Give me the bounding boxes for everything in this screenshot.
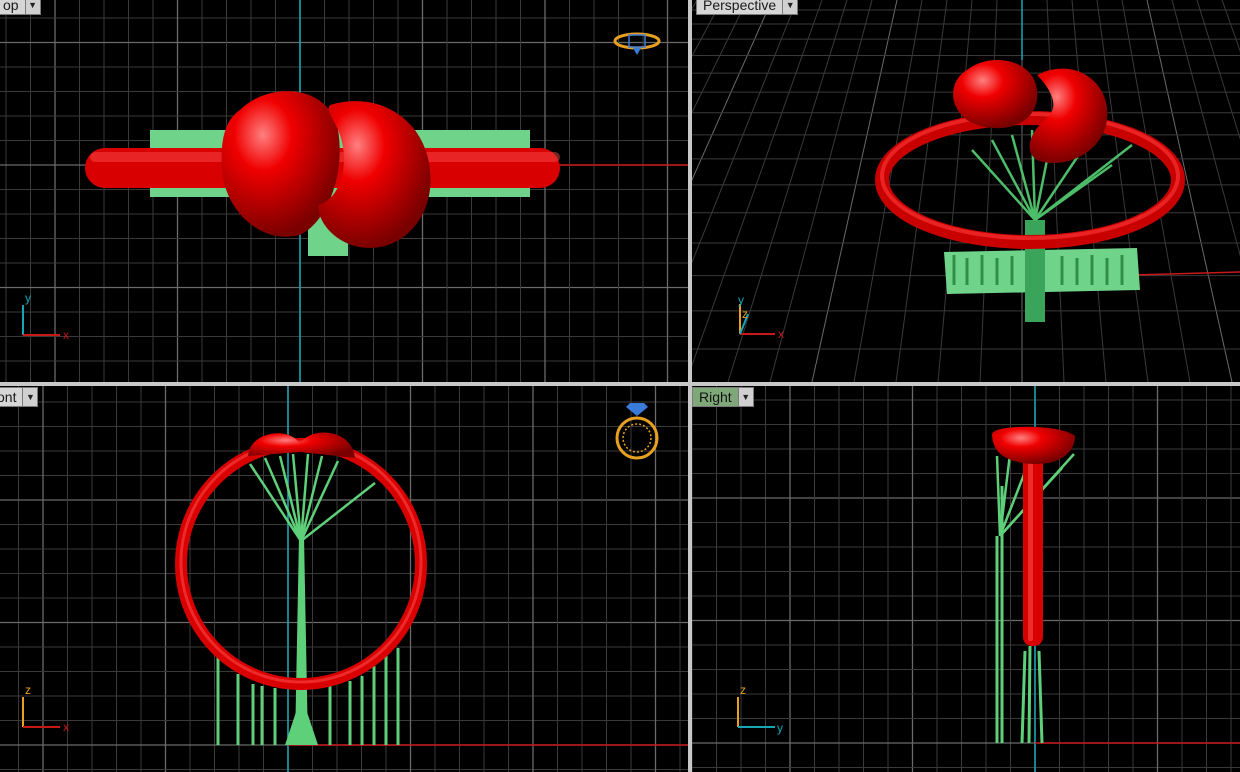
chevron-down-icon[interactable]: ▼ [782,0,798,14]
axis-indicator-right: z y [737,683,783,735]
world-x-axis-line [1131,271,1240,276]
front-view-scene [0,386,688,772]
viewport-tab-label: ont [0,388,23,406]
ring-front-view-icon[interactable] [612,398,662,464]
perspective-grid-line [1196,0,1240,140]
perspective-grid-line [895,0,948,382]
ring-top-view-icon[interactable] [612,28,662,58]
perspective-grid-line [979,0,998,382]
axis-label-z: z [25,683,31,697]
chevron-down-icon[interactable]: ▼ [24,0,40,14]
axis-label-x: x [778,327,784,341]
axis-indicator-perspective: y z x [738,293,784,341]
viewport-tab-label: Perspective [697,0,783,14]
viewport-tab-perspective[interactable]: Perspective ▼ [696,0,799,15]
viewport-tab-top[interactable]: op ▼ [0,0,41,15]
perspective-grid-line [1146,0,1233,382]
axis-label-z: z [742,307,748,321]
viewport-tab-front[interactable]: ont ▼ [0,387,39,407]
axis-indicator-front: z x [22,683,69,734]
axis-label-y: y [25,291,31,305]
viewport-divider-vertical[interactable] [688,0,692,772]
chevron-down-icon[interactable]: ▼ [22,388,38,406]
axis-label-z: z [740,683,746,697]
perspective-grid-line [1096,0,1149,382]
viewport-divider-horizontal[interactable] [0,382,1240,386]
viewport-tab-label: Right [693,388,738,406]
perspective-grid-line [937,0,973,382]
axis-label-x: x [63,720,69,734]
top-view-scene [0,0,688,382]
knot-top [248,432,355,458]
viewport-front[interactable]: ont ▼ z x [0,386,688,772]
axis-label-x: x [63,328,69,342]
viewport-perspective[interactable]: Perspective ▼ y z x [692,0,1240,382]
axis-label-y: y [777,721,783,735]
chevron-down-icon[interactable]: ▼ [737,388,753,406]
axis-indicator-top: y x [22,291,69,342]
knot-side [992,426,1075,464]
axis-label-y: y [738,293,744,307]
viewport-tab-right[interactable]: Right ▼ [692,387,754,407]
viewport-right[interactable]: Right ▼ z y [692,386,1240,772]
perspective-grid-line [692,0,723,58]
viewport-tab-label: op [0,0,25,14]
perspective-grid-line [692,0,698,10]
perspective-grid-line [1221,0,1240,53]
viewport-top[interactable]: op ▼ y x [0,0,688,382]
